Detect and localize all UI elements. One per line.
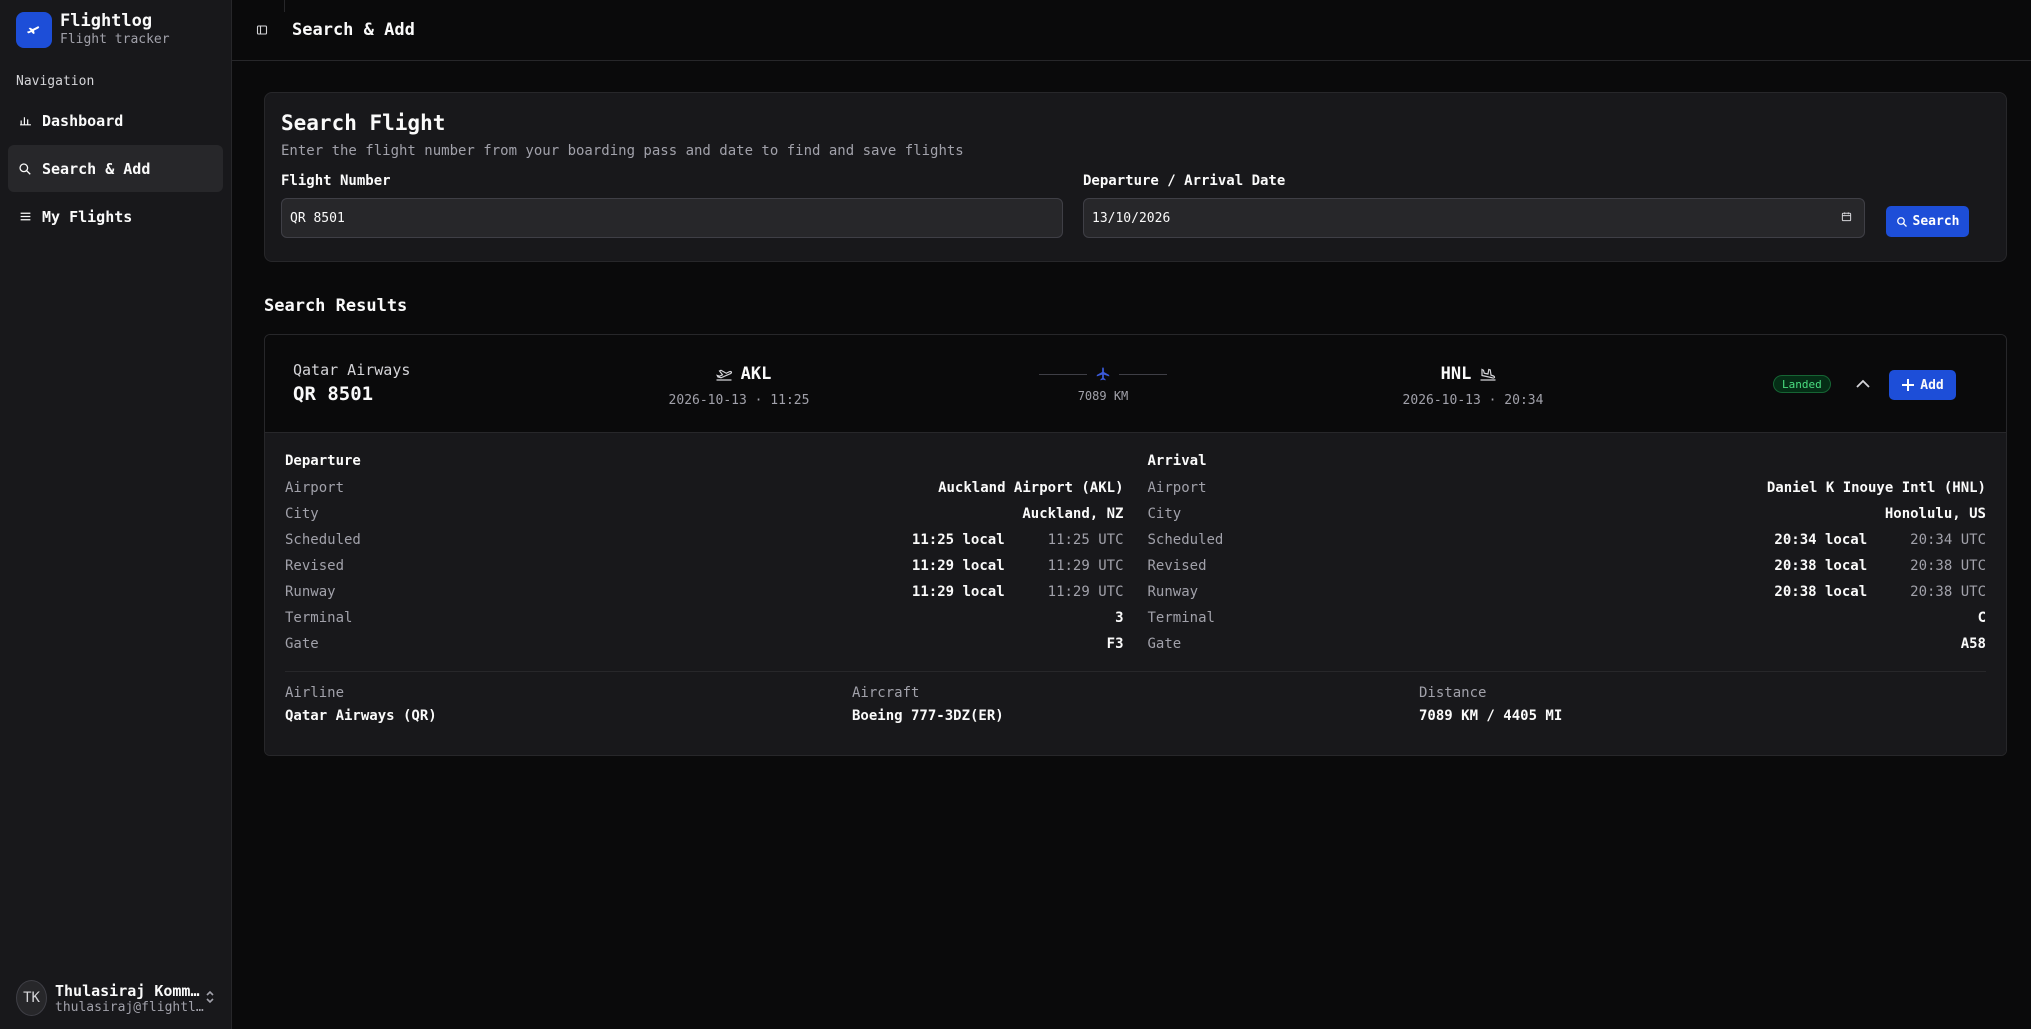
bar-chart-icon [18,114,32,128]
flight-result-header[interactable]: Qatar Airways QR 8501 AKL 2026-10-13 · 1… [265,335,2006,433]
detail-row: City Honolulu, US [1147,506,1987,522]
plane-logo-icon [16,12,52,48]
detail-row: Terminal C [1147,610,1987,626]
detail-row: Terminal 3 [285,610,1124,626]
arrival-details: Arrival Airport Daniel K Inouye Intl (HNL… [1148,453,1987,657]
sidebar-item-search-add[interactable]: Search & Add [8,145,223,192]
departure-code: AKL [740,364,772,384]
search-button[interactable]: Search [1886,206,1969,237]
flight-result: Qatar Airways QR 8501 AKL 2026-10-13 · 1… [264,334,2007,756]
departure-title: Departure [285,453,361,469]
date-value: 13/10/2026 [1092,210,1171,226]
add-flight-button[interactable]: Add [1889,370,1956,400]
search-card: Search Flight Enter the flight number fr… [264,92,2007,262]
avatar: TK [16,980,47,1016]
status-badge: Landed [1773,375,1831,393]
sidebar: Flightlog Flight tracker Navigation Dash… [0,0,232,1029]
app: Flightlog Flight tracker Navigation Dash… [0,0,2031,1029]
meta-distance: Distance 7089 KM / 4405 MI [1419,685,1563,724]
calendar-icon[interactable] [1841,211,1852,226]
plane-landing-icon [1479,366,1497,382]
add-button-label: Add [1920,377,1944,393]
route-distance: 7089 KM [1077,389,1129,403]
arrival-title: Arrival [1147,453,1207,469]
topbar: Search & Add [232,0,2031,61]
brand-name: Flightlog [60,11,153,31]
user-name: Thulasiraj Komminar [55,981,205,1000]
flight-number-input[interactable]: QR 8501 [281,198,1063,238]
airline-name: Qatar Airways [293,361,411,379]
list-icon [18,210,32,224]
date-field: Departure / Arrival Date 13/10/2026 [1083,173,1865,238]
main: Search & Add Search Flight Enter the fli… [232,0,2031,1029]
sidebar-item-dashboard[interactable]: Dashboard [8,97,223,144]
meta-aircraft: Aircraft Boeing 777-3DZ(ER) [852,685,1004,724]
arrival-time: 2026-10-13 · 20:34 [1402,393,1544,408]
sidebar-item-label: My Flights [42,207,133,226]
arrival-endpoint: HNL 2026-10-13 · 20:34 [1373,363,1573,408]
content: Search Flight Enter the flight number fr… [232,61,2031,756]
search-card-title: Search Flight [281,111,446,135]
departure-endpoint: AKL 2026-10-13 · 11:25 [639,363,839,408]
divider [284,0,285,12]
plane-icon [1095,366,1111,382]
user-email: thulasiraj@flightlog.app [55,999,205,1015]
date-input[interactable]: 13/10/2026 [1083,198,1865,238]
user-menu[interactable]: TK Thulasiraj Komminar thulasiraj@flight… [8,967,223,1029]
detail-row: Gate F3 [285,636,1124,652]
arrival-code: HNL [1440,364,1472,384]
departure-time: 2026-10-13 · 11:25 [668,393,810,408]
search-icon [18,162,32,176]
plus-icon [1901,378,1915,392]
plane-takeoff-icon [715,366,733,382]
page-title: Search & Add [292,20,415,40]
date-label: Departure / Arrival Date [1083,173,1286,189]
detail-row: Scheduled 20:34 local 20:34 UTC [1147,532,1987,548]
sidebar-item-label: Search & Add [42,159,151,178]
results-title: Search Results [264,296,408,316]
sidebar-nav: Dashboard Search & Add My Flights [0,97,231,241]
detail-row: City Auckland, NZ [285,506,1124,522]
flight-number: QR 8501 [293,383,374,405]
detail-row: Airport Daniel K Inouye Intl (HNL) [1147,480,1987,496]
sidebar-item-my-flights[interactable]: My Flights [8,193,223,240]
detail-row: Scheduled 11:25 local 11:25 UTC [285,532,1124,548]
divider [285,671,1986,672]
brand-subtitle: Flight tracker [60,32,170,47]
detail-row: Revised 20:38 local 20:38 UTC [1147,558,1987,574]
search-icon [1896,216,1908,228]
chevron-up-icon[interactable] [1854,375,1872,393]
sidebar-toggle-icon[interactable] [256,23,270,37]
route-indicator: 7089 KM [1038,365,1168,403]
chevrons-up-down-icon [205,989,215,1008]
detail-row: Runway 11:29 local 11:29 UTC [285,584,1124,600]
flight-meta: Airline Qatar Airways (QR) Aircraft Boei… [285,685,1986,724]
detail-row: Gate A58 [1147,636,1987,652]
nav-heading: Navigation [16,74,95,89]
detail-row: Revised 11:29 local 11:29 UTC [285,558,1124,574]
detail-row: Airport Auckland Airport (AKL) [285,480,1124,496]
search-button-label: Search [1912,214,1960,229]
detail-row: Runway 20:38 local 20:38 UTC [1147,584,1987,600]
flight-details: Departure Airport Auckland Airport (AKL) … [265,433,2006,755]
search-form: Flight Number QR 8501 Departure / Arriva… [281,173,1989,238]
meta-airline: Airline Qatar Airways (QR) [285,685,437,724]
departure-details: Departure Airport Auckland Airport (AKL) … [285,453,1124,657]
flight-number-label: Flight Number [281,173,391,189]
sidebar-item-label: Dashboard [42,111,124,130]
search-card-description: Enter the flight number from your boardi… [281,143,964,159]
brand[interactable]: Flightlog Flight tracker [0,0,231,60]
flight-number-field: Flight Number QR 8501 [281,173,1063,238]
